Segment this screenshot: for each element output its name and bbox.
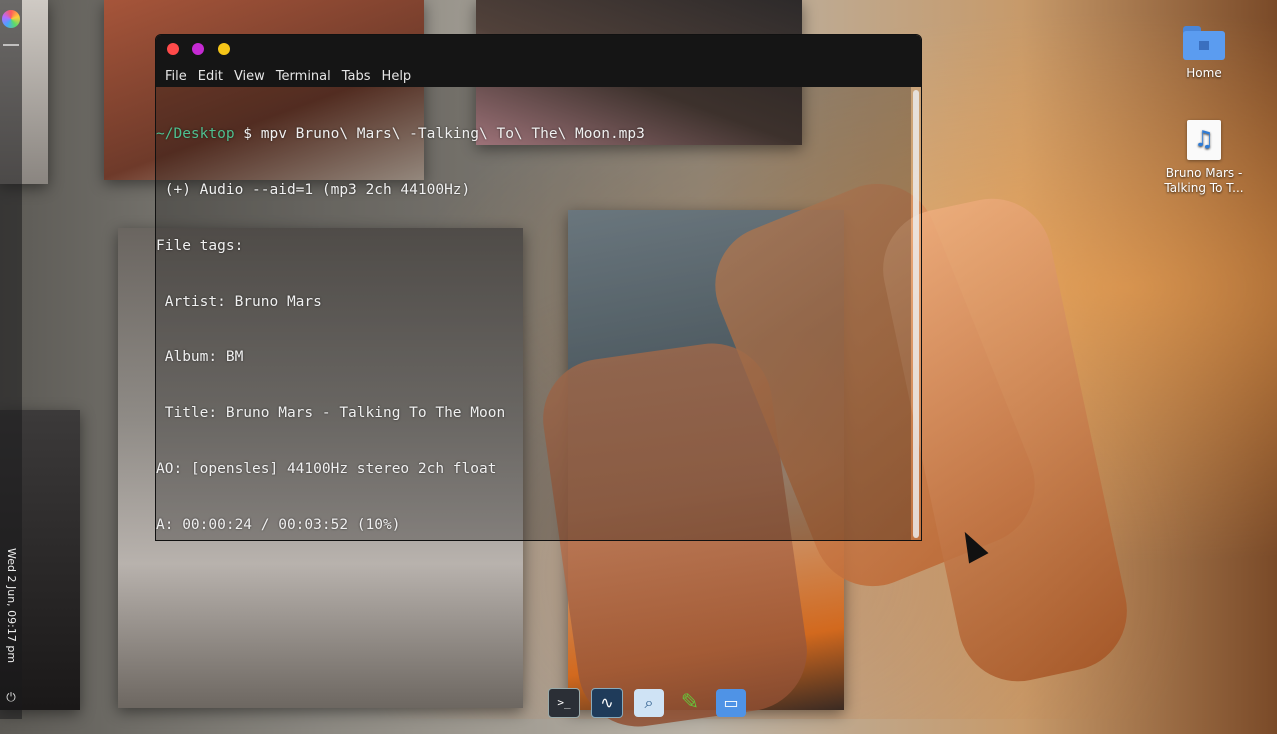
system-monitor-icon[interactable]: ∿ <box>591 687 623 718</box>
panel-separator <box>3 44 19 46</box>
terminal-window: File Edit View Terminal Tabs Help ~/Desk… <box>155 34 922 541</box>
close-button[interactable] <box>167 43 179 55</box>
home-folder-icon <box>1183 26 1225 60</box>
maximize-button[interactable] <box>218 43 230 55</box>
title-bar[interactable] <box>156 35 921 65</box>
output-line: Artist: Bruno Mars <box>156 293 322 310</box>
menu-tabs[interactable]: Tabs <box>342 69 371 84</box>
desktop-icon-audio-file[interactable]: ♫ Bruno Mars - Talking To T... <box>1158 120 1250 196</box>
power-icon[interactable]: ⏻ <box>4 690 18 704</box>
output-line: AO: [opensles] 44100Hz stereo 2ch float <box>156 460 497 477</box>
search-icon[interactable]: ⌕ <box>634 688 664 717</box>
menu-edit[interactable]: Edit <box>198 69 223 84</box>
left-panel: Wed 2 Jun, 09:17 pm ⏻ <box>0 0 22 719</box>
menu-terminal[interactable]: Terminal <box>276 69 331 84</box>
output-line: Album: BM <box>156 349 244 366</box>
color-wheel-icon[interactable] <box>2 10 20 28</box>
panel-clock[interactable]: Wed 2 Jun, 09:17 pm <box>2 548 20 678</box>
command-line: ~/Desktop $ mpv Bruno\ Mars\ -Talking\ T… <box>156 125 911 144</box>
output-line: A: 00:00:24 / 00:03:52 (10%) <box>156 516 401 533</box>
files-icon[interactable]: ▭ <box>716 688 746 717</box>
dock: >_ ∿ ⌕ ✎ ▭ <box>548 686 756 719</box>
audio-file-icon: ♫ <box>1187 120 1221 160</box>
menu-file[interactable]: File <box>165 69 187 84</box>
text-editor-icon[interactable]: ✎ <box>675 689 705 717</box>
prompt-path: ~/Desktop <box>156 126 235 143</box>
output-line: File tags: <box>156 237 244 254</box>
output-line: (+) Audio --aid=1 (mp3 2ch 44100Hz) <box>156 181 471 198</box>
desktop-icon-label: Bruno Mars - Talking To T... <box>1164 166 1244 195</box>
command-text: $ mpv Bruno\ Mars\ -Talking\ To\ The\ Mo… <box>234 126 645 143</box>
menu-bar: File Edit View Terminal Tabs Help <box>156 65 921 87</box>
desktop-icon-home[interactable]: Home <box>1158 26 1250 80</box>
menu-view[interactable]: View <box>234 69 265 84</box>
desktop-icon-label: Home <box>1186 66 1222 80</box>
terminal-output[interactable]: ~/Desktop $ mpv Bruno\ Mars\ -Talking\ T… <box>156 87 911 540</box>
scrollbar[interactable] <box>913 90 919 538</box>
terminal-icon[interactable]: >_ <box>548 687 580 718</box>
minimize-button[interactable] <box>192 43 204 55</box>
menu-help[interactable]: Help <box>382 69 412 84</box>
output-line: Title: Bruno Mars - Talking To The Moon <box>156 405 506 422</box>
